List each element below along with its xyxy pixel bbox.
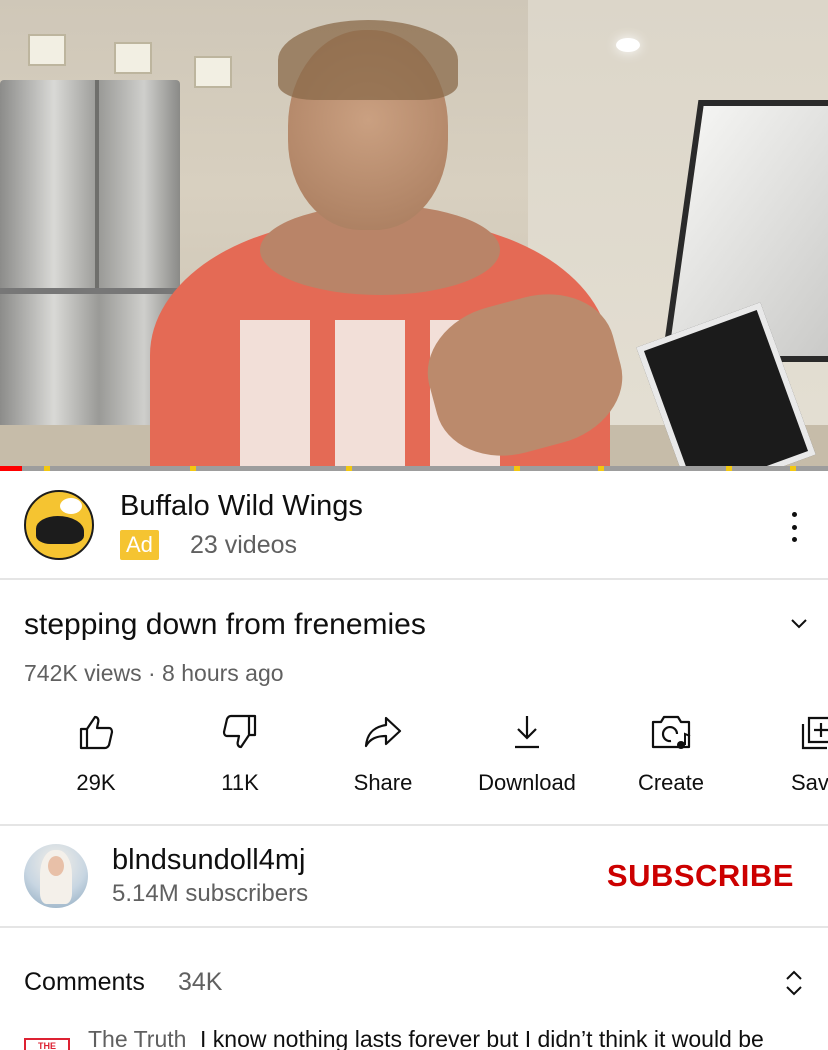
- video-progress-bar[interactable]: [0, 466, 828, 471]
- avatar-face: [48, 856, 64, 876]
- dislike-button[interactable]: 11K: [170, 712, 310, 808]
- save-icon: [801, 716, 828, 750]
- video-stats: 742K views · 8 hours ago: [24, 660, 284, 686]
- video-frame-ceiling-light: [28, 34, 66, 66]
- thumbs-down-icon: [222, 714, 257, 749]
- channel-avatar[interactable]: [24, 844, 88, 908]
- share-icon: [364, 716, 402, 748]
- channel-name[interactable]: blndsundoll4mj: [112, 844, 305, 877]
- action-bar: 29K 11K Share Download Create Sav: [0, 712, 828, 808]
- logo-wing-icon: [60, 498, 82, 514]
- video-frame-person: [140, 20, 637, 470]
- ad-marker: [346, 466, 352, 471]
- ad-marker: [790, 466, 796, 471]
- divider: [0, 926, 828, 928]
- advertiser-name[interactable]: Buffalo Wild Wings: [120, 490, 363, 523]
- ad-meta: 23 videos: [190, 531, 298, 559]
- expand-comments-icon[interactable]: [784, 968, 804, 998]
- create-button[interactable]: Create: [601, 712, 741, 808]
- comment-author: The Truth: [88, 1026, 187, 1050]
- ad-badge: Ad: [120, 530, 159, 560]
- like-count: 29K: [76, 770, 116, 795]
- thumbs-up-icon: [79, 715, 114, 750]
- create-icon: [651, 715, 691, 749]
- ad-marker: [190, 466, 196, 471]
- save-button[interactable]: Sav: [745, 712, 828, 808]
- download-label: Download: [478, 770, 576, 795]
- ad-banner[interactable]: Buffalo Wild Wings Ad 23 videos: [0, 472, 828, 578]
- video-player[interactable]: [0, 0, 828, 470]
- comment-text: I know nothing lasts forever but I didn’…: [200, 1026, 764, 1050]
- divider: [0, 578, 828, 580]
- dislike-count: 11K: [221, 770, 259, 795]
- more-options-icon[interactable]: [780, 512, 808, 542]
- channel-row[interactable]: blndsundoll4mj 5.14M subscribers SUBSCRI…: [0, 828, 828, 924]
- video-title[interactable]: stepping down from frenemies: [24, 608, 426, 642]
- ad-marker: [514, 466, 520, 471]
- divider: [0, 824, 828, 826]
- save-label: Sav: [791, 770, 828, 795]
- commenter-avatar: THE TRUTH: [24, 1038, 70, 1050]
- download-icon: [515, 716, 539, 749]
- download-button[interactable]: Download: [457, 712, 597, 808]
- share-label: Share: [353, 770, 413, 795]
- video-progress-played: [0, 466, 23, 471]
- ad-marker: [726, 466, 732, 471]
- comments-heading[interactable]: Comments: [24, 968, 145, 997]
- video-frame-fridge-door-gap: [95, 80, 99, 290]
- subscriber-count: 5.14M subscribers: [112, 880, 309, 907]
- advertiser-logo[interactable]: [24, 490, 94, 560]
- logo-bison-icon: [36, 516, 84, 544]
- create-label: Create: [637, 770, 705, 795]
- ad-marker: [598, 466, 604, 471]
- video-frame-hair: [278, 20, 458, 100]
- like-button[interactable]: 29K: [26, 712, 166, 808]
- ad-marker: [44, 466, 50, 471]
- subscribe-button[interactable]: SUBSCRIBE: [607, 858, 794, 894]
- comment-preview[interactable]: THE TRUTH The Truth I know nothing lasts…: [0, 1022, 828, 1050]
- comments-count: 34K: [178, 968, 223, 996]
- share-button[interactable]: Share: [313, 712, 453, 808]
- chevron-down-icon[interactable]: [790, 614, 808, 632]
